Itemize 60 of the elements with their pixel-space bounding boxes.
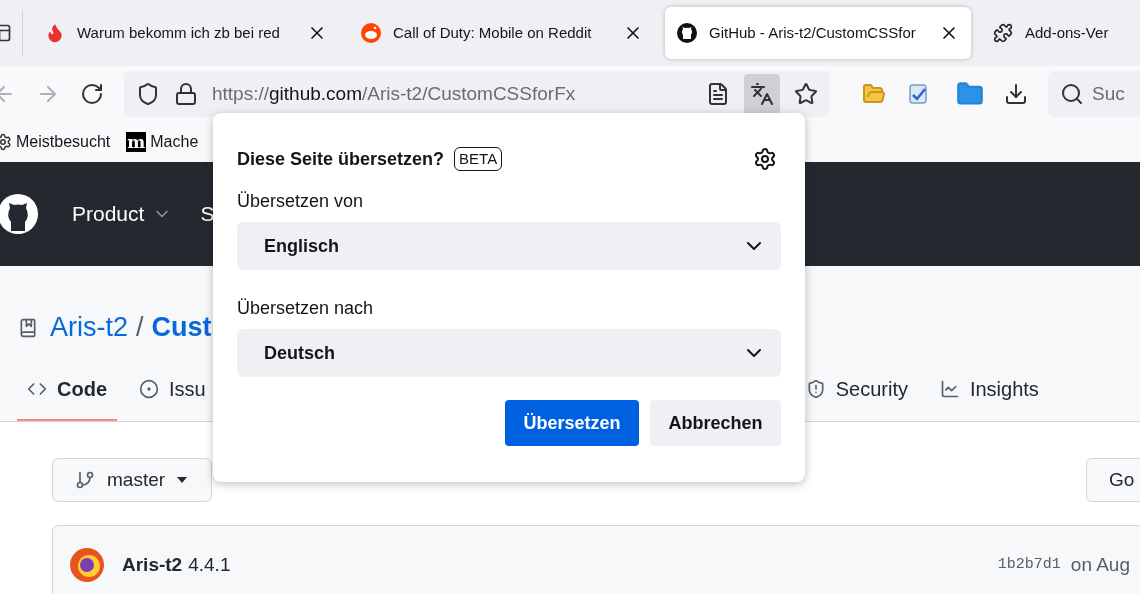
bookmark-item[interactable]: Meistbesucht: [0, 130, 111, 154]
bookmark-item[interactable]: m Mache: [126, 130, 199, 154]
go-button[interactable]: Go: [1086, 458, 1140, 502]
commit-message[interactable]: 4.4.1: [188, 550, 231, 580]
search-field[interactable]: Suc: [1048, 71, 1140, 117]
commit-author[interactable]: Aris-t2: [122, 550, 183, 580]
repo-tab[interactable]: Insights: [929, 359, 1049, 421]
translate-icon: [750, 82, 774, 106]
url-bar[interactable]: https://github.com/Aris-t2/CustomCSSforFx: [124, 71, 830, 117]
browser-tab[interactable]: Warum bekomm ich zb bei red: [33, 7, 339, 59]
nav-menu[interactable]: S: [200, 198, 215, 230]
avatar-icon: [70, 548, 104, 582]
repo-icon: [18, 317, 38, 338]
reload-icon[interactable]: [80, 82, 104, 106]
reader-view-icon[interactable]: [706, 82, 730, 106]
separator: /: [136, 311, 144, 345]
repo-tab[interactable]: Issu: [129, 359, 216, 421]
translate-button[interactable]: [744, 74, 780, 114]
github-logo-icon[interactable]: [0, 194, 38, 234]
folder-icon[interactable]: [862, 82, 886, 106]
caret-icon: [177, 477, 188, 483]
popup-title: Diese Seite übersetzen?: [237, 147, 445, 171]
owner-link[interactable]: Aris-t2: [50, 307, 128, 348]
search-icon: [1060, 82, 1084, 106]
browser-tab[interactable]: Call of Duty: Mobile on Reddit: [349, 7, 655, 59]
tab-title: Call of Duty: Mobile on Reddit: [393, 22, 593, 43]
commit-date: on Aug: [1070, 552, 1130, 577]
browser-tab[interactable]: GitHub - Aris-t2/CustomCSSfor: [665, 7, 971, 59]
repo-tab[interactable]: Security: [795, 359, 918, 421]
field-label: Übersetzen von: [237, 190, 365, 213]
flame-icon: [45, 23, 65, 43]
download-icon[interactable]: [1004, 82, 1028, 106]
circle-dot-icon: [139, 379, 159, 400]
commit-hash[interactable]: 1b2b7d1: [997, 553, 1061, 577]
language-select[interactable]: Englisch: [237, 222, 781, 270]
repo-link[interactable]: Cust: [151, 307, 212, 348]
search-placeholder: Suc: [1092, 81, 1125, 106]
tab-title: Warum bekomm ich zb bei red: [77, 22, 281, 43]
translate-button[interactable]: Übersetzen: [505, 400, 639, 446]
cancel-button[interactable]: Abbrechen: [650, 400, 781, 446]
settings-icon[interactable]: [753, 147, 777, 171]
shield-icon[interactable]: [136, 82, 160, 106]
tab-title: Add-ons-Ver: [1025, 22, 1110, 43]
url-text: https://github.com/Aris-t2/CustomCSSforFx: [212, 81, 577, 106]
language-select[interactable]: Deutsch: [237, 329, 781, 377]
chart-icon: [939, 379, 960, 400]
branch-icon: [75, 470, 95, 490]
puzzle-icon: [993, 23, 1013, 43]
tab-title: GitHub - Aris-t2/CustomCSSfor: [709, 22, 917, 43]
lock-icon[interactable]: [174, 82, 198, 106]
field-label: Übersetzen nach: [237, 297, 375, 320]
github-icon: [677, 23, 697, 43]
branch-selector[interactable]: master: [52, 458, 212, 502]
repo-tab[interactable]: Code: [17, 359, 117, 421]
folder-icon[interactable]: [956, 80, 984, 108]
beta-badge: BETA: [454, 147, 503, 171]
browser-tab[interactable]: Add-ons-Ver: [981, 7, 1140, 59]
nav-menu[interactable]: Product: [72, 198, 173, 230]
validator-icon[interactable]: [906, 82, 930, 106]
star-icon[interactable]: [794, 82, 818, 106]
